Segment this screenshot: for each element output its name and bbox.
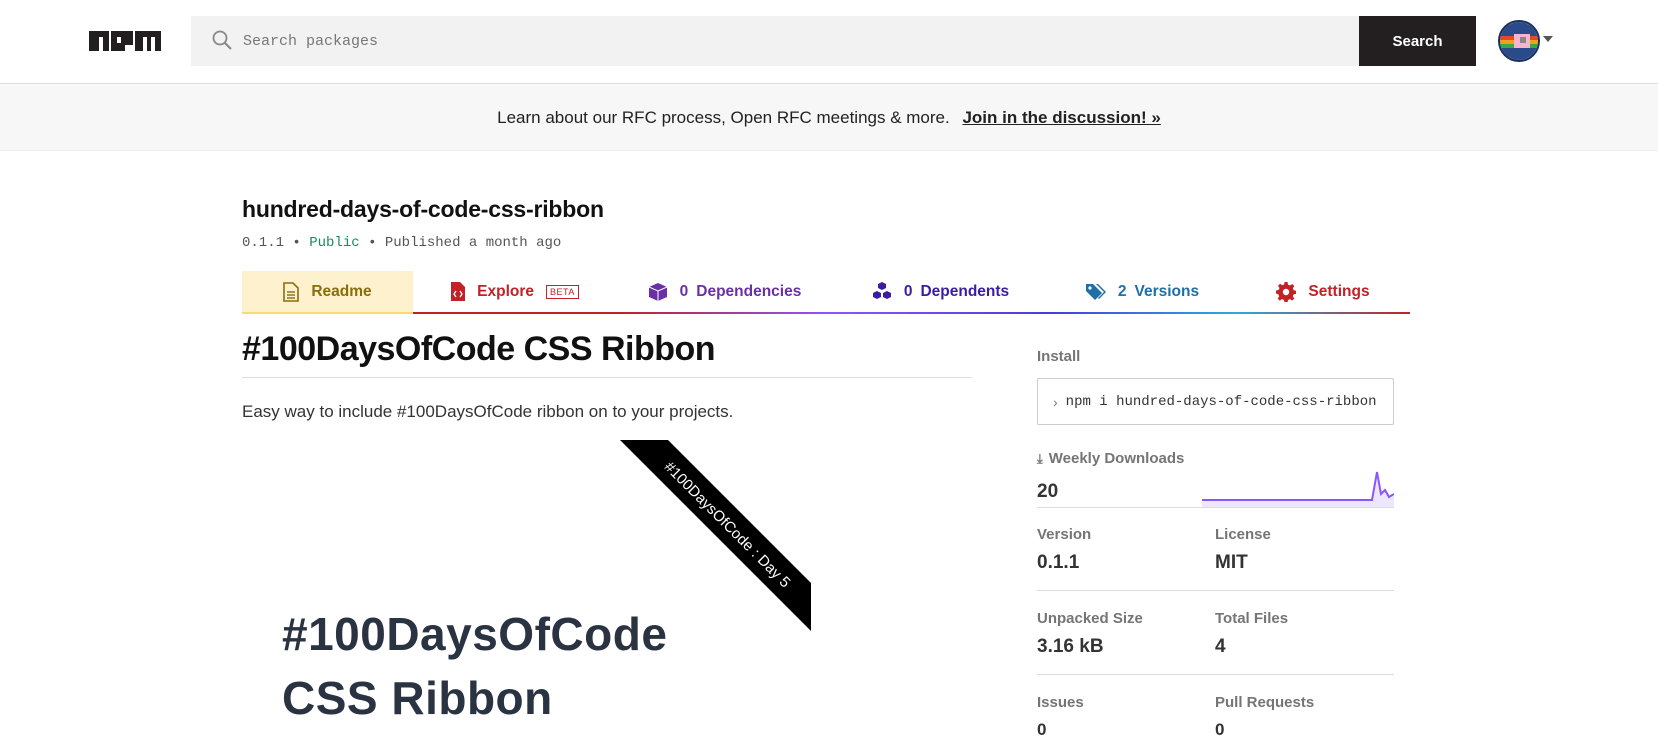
readme-demo-image: #100DaysOfCode : Day 5 #100DaysOfCode CS…: [242, 440, 972, 747]
package-meta: 0.1.1 • Public • Published a month ago: [242, 235, 562, 251]
search-box: [191, 16, 1359, 66]
divider: [1037, 507, 1394, 508]
avatar[interactable]: [1498, 20, 1540, 62]
tab-explore[interactable]: Explore BETA: [413, 271, 617, 314]
boxes-icon: [872, 281, 891, 299]
tab-settings[interactable]: Settings: [1236, 271, 1410, 314]
gear-icon: [1276, 281, 1297, 302]
readme-heading: #100DaysOfCode CSS Ribbon: [242, 330, 972, 378]
unpacked-size-label: Unpacked Size: [1037, 610, 1143, 627]
chevron-right-icon: ›: [1053, 393, 1058, 410]
search-icon: [212, 30, 232, 50]
package-version: 0.1.1: [242, 235, 285, 251]
box-icon: [648, 282, 667, 301]
beta-badge: BETA: [546, 284, 579, 299]
tags-icon: [1085, 283, 1106, 300]
readme-description: Easy way to include #100DaysOfCode ribbo…: [242, 402, 734, 421]
version-label: Version: [1037, 526, 1092, 543]
package-visibility: Public: [309, 235, 360, 251]
issues-label: Issues: [1037, 694, 1084, 711]
tab-versions[interactable]: 2 Versions: [1049, 271, 1236, 314]
package-published: Published a month ago: [384, 235, 562, 251]
version-value: 0.1.1: [1037, 552, 1080, 573]
pull-requests-label: Pull Requests: [1215, 694, 1315, 711]
file-icon: [283, 281, 300, 302]
npm-logo[interactable]: [89, 31, 161, 51]
search-input[interactable]: [243, 16, 1333, 66]
tab-dependencies[interactable]: 0 Dependencies: [617, 271, 832, 314]
license-label: License: [1215, 526, 1271, 543]
total-files-label: Total Files: [1215, 610, 1289, 627]
divider: [1037, 674, 1394, 675]
banner-text: Learn about our RFC process, Open RFC me…: [497, 108, 950, 127]
top-header: Search: [0, 0, 1658, 84]
tab-dependents[interactable]: 0 Dependents: [832, 271, 1049, 314]
weekly-downloads-value: 20: [1037, 481, 1059, 502]
install-command[interactable]: npm i hundred-days-of-code-css-ribbon: [1066, 394, 1377, 410]
package-tabs: Readme Explore BETA 0 Dependencies 0 Dep…: [242, 271, 1410, 314]
demo-title: #100DaysOfCode CSS Ribbon: [282, 608, 668, 724]
ribbon-text: #100DaysOfCode : Day 5: [661, 458, 794, 591]
issues-value[interactable]: 0: [1037, 720, 1046, 740]
package-title: hundred-days-of-code-css-ribbon: [242, 196, 604, 222]
pull-requests-value[interactable]: 0: [1215, 720, 1224, 740]
rfc-banner: Learn about our RFC process, Open RFC me…: [0, 85, 1658, 151]
downloads-sparkline: [1202, 471, 1394, 508]
install-command-box[interactable]: › npm i hundred-days-of-code-css-ribbon: [1037, 378, 1394, 425]
chevron-down-icon[interactable]: [1543, 36, 1553, 42]
search-button[interactable]: Search: [1359, 16, 1476, 66]
download-icon: ⤓: [1037, 451, 1043, 466]
divider: [1037, 590, 1394, 591]
tab-readme[interactable]: Readme: [242, 271, 413, 314]
license-value: MIT: [1215, 552, 1248, 573]
total-files-value: 4: [1215, 636, 1226, 657]
file-code-icon: [451, 282, 466, 301]
weekly-downloads-label: ⤓ Weekly Downloads: [1037, 450, 1185, 467]
unpacked-size-value: 3.16 kB: [1037, 636, 1104, 657]
install-label: Install: [1037, 348, 1081, 365]
banner-link[interactable]: Join in the discussion! »: [962, 108, 1160, 127]
